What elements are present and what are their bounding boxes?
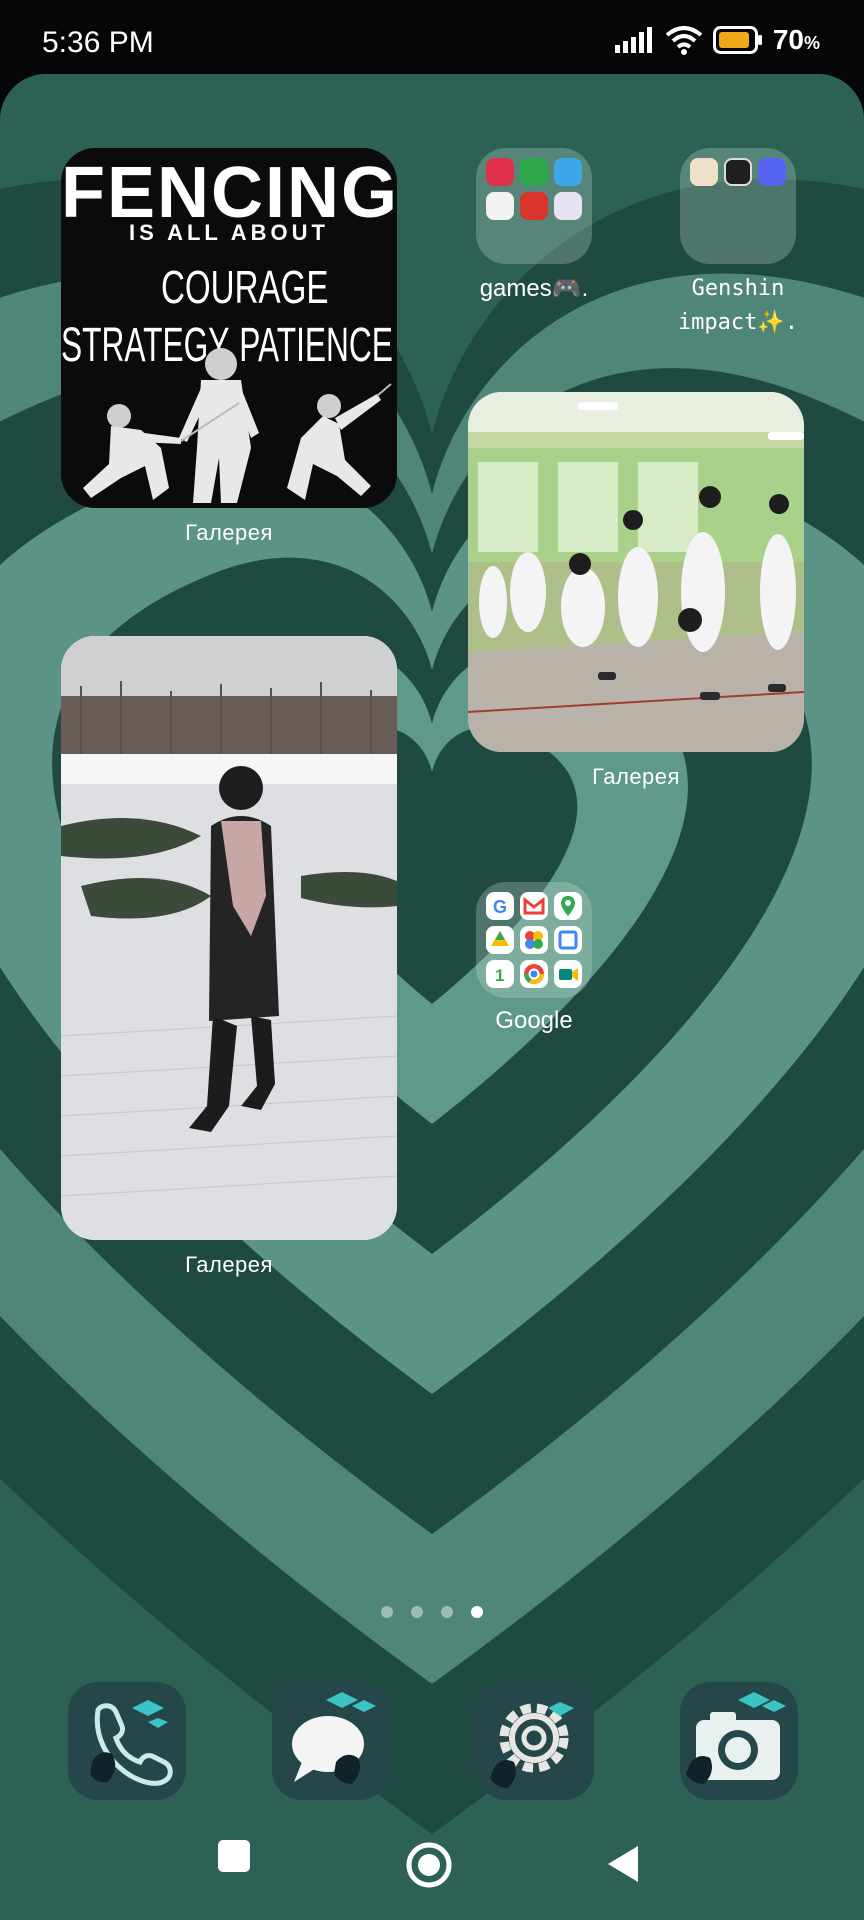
page-dot[interactable] [411,1606,423,1618]
one-icon: 1 [486,960,514,988]
meet-icon [554,960,582,988]
recents-button[interactable] [216,1838,252,1879]
wifi-icon [665,26,703,55]
svg-text:G: G [493,897,507,917]
clock: 5:36 PM [42,26,154,59]
app-icon [690,158,718,186]
photos-icon [520,926,548,954]
fencers-illustration [83,348,392,503]
chrome-icon [520,960,548,988]
status-icons: 70% [614,24,820,56]
snow-portrait-photo [61,636,397,1240]
folder-google[interactable]: G 1 [476,882,592,998]
camera-app[interactable] [680,1682,798,1800]
maps-icon [554,892,582,920]
gallery-widget-poster[interactable]: FENCING IS ALL ABOUT COURAGE STRATEGY PA… [61,148,397,508]
messages-icon [292,1692,376,1784]
gallery-widget-label: Галерея [592,764,680,789]
discord-icon [758,158,786,186]
phone-app[interactable] [68,1682,186,1800]
gallery-widget-label: Галерея [185,1252,273,1277]
camera-icon [686,1692,786,1784]
settings-icon [490,1702,574,1788]
gmail-icon [520,892,548,920]
fencing-gym-photo [468,392,804,752]
app-icon [520,192,548,220]
messages-app[interactable] [272,1682,390,1800]
folder-genshin-label: Genshin impact✨. [677,276,799,335]
folder-genshin[interactable] [680,148,796,264]
folder-google-label: Google [495,1007,573,1034]
back-button[interactable] [606,1844,640,1889]
circle-home-icon [406,1842,452,1888]
folder-games[interactable] [476,148,592,264]
page-dot[interactable] [381,1606,393,1618]
page-dot-active[interactable] [471,1606,483,1618]
home-button[interactable] [406,1842,452,1893]
phone-icon [90,1700,173,1786]
gallery-widget-label: Галерея [185,520,273,545]
calendar-icon [554,926,582,954]
settings-app[interactable] [476,1682,594,1800]
page-indicator [0,1606,864,1618]
app-icon [554,158,582,186]
square-icon [218,1840,250,1872]
battery-percent: 70% [772,24,820,55]
gallery-widget-snow-photo[interactable] [61,636,397,1240]
folder-games-label: games🎮. [479,275,589,302]
status-bar: 5:36 PM 70% [0,0,864,80]
app-icon [486,192,514,220]
google-icon: G [486,892,514,920]
app-icon [486,158,514,186]
app-icon [554,192,582,220]
drive-icon [486,926,514,954]
signal-icon [614,27,652,53]
battery-icon [712,26,762,54]
svg-text:1: 1 [495,966,504,985]
triangle-back-icon [608,1846,638,1882]
app-icon [724,158,752,186]
gallery-widget-gym-photo[interactable] [468,392,804,752]
app-icon [520,158,548,186]
page-dot[interactable] [441,1606,453,1618]
